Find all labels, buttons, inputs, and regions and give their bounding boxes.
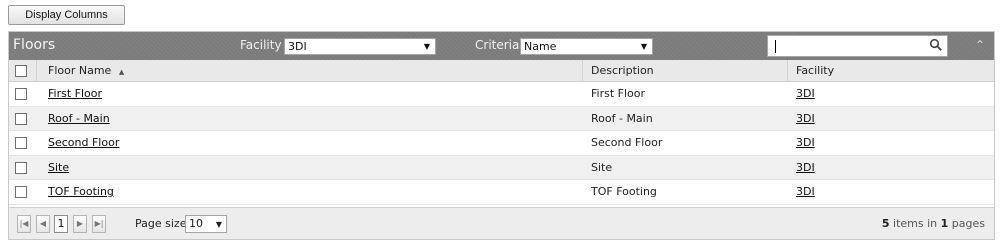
column-divider [36,60,37,81]
grid-title: Floors [13,37,56,53]
first-page-icon[interactable]: |◀ [17,215,31,233]
facility-label: Facility [240,38,282,52]
description-cell: Site [591,160,613,174]
row-checkbox[interactable] [15,88,27,100]
table-row: First Floor First Floor 3DI [9,82,994,107]
sort-ascending-icon: ▲ [118,68,125,76]
display-columns-button[interactable]: Display Columns [8,5,125,25]
pages-text: pages [951,217,985,230]
items-count: 5 [881,217,890,230]
row-checkbox[interactable] [15,137,27,149]
page-size-select[interactable]: 10 ▼ [185,215,227,233]
chevron-down-icon: ▼ [215,220,222,229]
description-cell: First Floor [591,87,646,100]
facility-link[interactable]: 3DI [796,131,815,155]
collapse-icon[interactable]: ⌃ [975,38,985,52]
row-checkbox[interactable] [15,161,27,174]
column-divider [787,60,788,81]
criteria-select-value: Name [524,40,557,53]
chevron-down-icon: ▼ [423,42,430,51]
pages-count: 1 [940,217,949,230]
column-header-label: Floor Name [48,64,112,77]
floor-name-link[interactable]: Site [48,156,69,180]
floor-name-link[interactable]: TOF Footing [48,180,114,204]
items-text: items in [893,217,938,230]
floors-grid: Floors Facility 3DI ▼ Criteria Name ▼ ⌃ … [8,31,995,240]
description-cell: TOF Footing [591,185,657,198]
description-cell: Second Floor [591,136,663,149]
page-size-label: Page size: [135,217,191,230]
search-icon[interactable] [929,38,943,52]
text-cursor [775,40,776,53]
select-all-checkbox[interactable] [15,65,27,77]
floor-name-link[interactable]: Second Floor [48,131,119,155]
chevron-down-icon: ▼ [640,42,647,51]
grid-header-bar: Floors Facility 3DI ▼ Criteria Name ▼ ⌃ [9,32,994,60]
facility-link[interactable]: 3DI [796,180,815,204]
facility-select[interactable]: 3DI ▼ [284,38,436,55]
next-page-icon[interactable]: ▶ [73,215,87,233]
page-size-value: 10 [189,217,203,230]
previous-page-icon[interactable]: ◀ [36,215,50,233]
floor-name-link[interactable]: First Floor [48,82,102,106]
search-input[interactable] [767,35,948,57]
table-row: Site Site 3DI [9,155,994,180]
criteria-label: Criteria [475,38,520,52]
facility-select-value: 3DI [288,40,307,53]
column-header-description[interactable]: Description [591,60,654,81]
facility-link[interactable]: 3DI [796,156,815,180]
facility-link[interactable]: 3DI [796,107,815,131]
table-row: TOF Footing TOF Footing 3DI [9,180,994,205]
floor-name-link[interactable]: Roof - Main [48,107,110,131]
last-page-icon[interactable]: ▶| [92,215,106,233]
facility-link[interactable]: 3DI [796,82,815,106]
table-row: Roof - Main Roof - Main 3DI [9,106,994,131]
items-count-info: 5 items in 1 pages [882,217,985,230]
criteria-select[interactable]: Name ▼ [520,38,653,55]
column-divider [582,60,583,81]
row-checkbox[interactable] [15,112,27,125]
description-cell: Roof - Main [591,111,653,125]
pager: |◀ ◀ 1 ▶ ▶| Page size: 10 ▼ 5 items in 1… [9,207,994,239]
column-header-facility[interactable]: Facility [796,60,834,81]
current-page-button[interactable]: 1 [54,215,68,233]
column-header-row: Floor Name ▲ Description Facility [9,60,994,82]
row-checkbox[interactable] [15,186,27,198]
table-row: Second Floor Second Floor 3DI [9,131,994,156]
column-header-floor-name[interactable]: Floor Name ▲ [48,60,124,81]
